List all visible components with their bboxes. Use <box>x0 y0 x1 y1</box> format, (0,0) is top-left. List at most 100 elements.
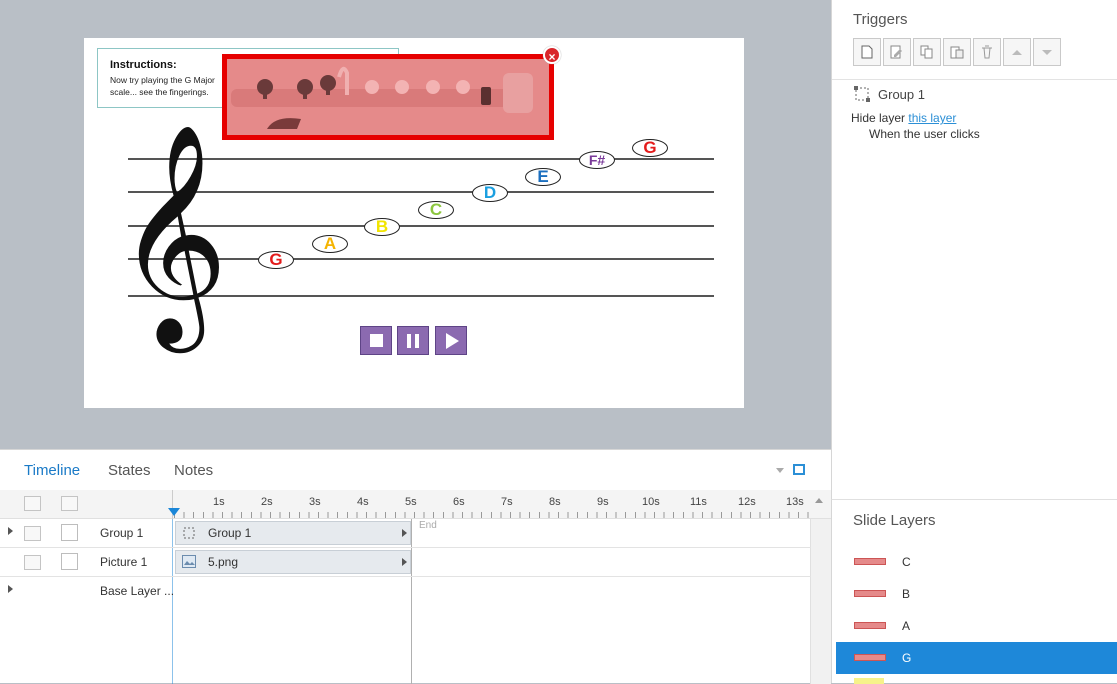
tick-label: 8s <box>549 496 561 508</box>
tick-label: 10s <box>642 496 660 508</box>
chevron-up-icon <box>1012 49 1022 55</box>
tick-label: 7s <box>501 496 513 508</box>
tick-label: 1s <box>213 496 225 508</box>
lock-icon[interactable] <box>61 496 78 511</box>
note-a[interactable]: A <box>312 235 348 253</box>
note-label: A <box>323 234 337 253</box>
scroll-up-icon[interactable] <box>815 498 823 503</box>
paste-trigger-button[interactable] <box>943 38 971 66</box>
new-trigger-button[interactable] <box>853 38 881 66</box>
layer-thumbnail <box>854 678 884 684</box>
layer-thumbnail <box>854 558 886 565</box>
slide-layers-title: Slide Layers <box>853 512 936 529</box>
row-label: Picture 1 <box>100 555 148 569</box>
layer-name: G <box>902 651 912 665</box>
tab-timeline[interactable]: Timeline <box>24 462 80 479</box>
move-down-button[interactable] <box>1033 38 1061 66</box>
note-e[interactable]: E <box>525 168 561 186</box>
note-label: C <box>429 200 443 219</box>
delete-trigger-button[interactable] <box>973 38 1001 66</box>
tab-states[interactable]: States <box>108 462 151 479</box>
undock-window-icon[interactable] <box>793 464 805 475</box>
pause-button[interactable] <box>397 326 429 355</box>
move-up-button[interactable] <box>1003 38 1031 66</box>
trash-icon <box>982 45 992 59</box>
note-g-low[interactable]: G <box>258 251 294 269</box>
eye-icon[interactable] <box>24 526 41 541</box>
eye-icon[interactable] <box>24 555 41 570</box>
note-label: E <box>537 167 549 186</box>
note-d[interactable]: D <box>472 184 508 202</box>
bar-label: 5.png <box>208 555 239 569</box>
bar-arrow-icon <box>402 558 407 566</box>
tick-label: 5s <box>405 496 417 508</box>
timeline-bar-group-1[interactable]: Group 1 <box>175 521 411 545</box>
timeline-row-picture-1[interactable]: Picture 1 5.png <box>0 548 811 577</box>
trigger-condition: When the user clicks <box>869 127 980 141</box>
layer-thumbnail <box>854 654 886 661</box>
lock-checkbox[interactable] <box>61 553 78 570</box>
tick-label: 2s <box>261 496 273 508</box>
note-f-sharp[interactable]: F# <box>579 151 615 169</box>
lock-checkbox[interactable] <box>61 524 78 541</box>
note-label: G <box>269 250 283 269</box>
layer-item-c[interactable]: C <box>836 546 1117 578</box>
tick-label: 13s <box>786 496 804 508</box>
bar-label: Group 1 <box>208 526 252 540</box>
instructions-body: Now try playing the G Major scale... see… <box>110 75 215 97</box>
vertical-scrollbar[interactable] <box>810 519 831 684</box>
new-document-icon <box>861 45 873 59</box>
instructions-title: Instructions: <box>110 59 177 71</box>
edit-trigger-button[interactable] <box>883 38 911 66</box>
recorder-fingering-icon <box>231 66 533 129</box>
group-icon <box>183 527 195 539</box>
dropdown-arrow-icon[interactable] <box>776 468 784 473</box>
tick-label: 3s <box>309 496 321 508</box>
treble-clef-icon: 𝄞 <box>116 122 229 343</box>
note-label: B <box>375 217 389 236</box>
group-icon <box>854 86 870 102</box>
ruler-ticks <box>174 512 810 518</box>
eye-icon[interactable] <box>24 496 41 511</box>
layer-item-g[interactable]: G <box>836 642 1117 674</box>
timeline-row-group-1[interactable]: Group 1 Group 1 <box>0 519 811 548</box>
copy-trigger-button[interactable] <box>913 38 941 66</box>
slide-layers-panel: Slide Layers C B A G <box>831 499 1117 684</box>
close-icon[interactable]: × <box>543 46 561 64</box>
timeline-row-base-layer[interactable]: Base Layer ... <box>0 577 811 606</box>
triggers-panel: Triggers Group 1 Hide layer this layer W… <box>831 0 1117 499</box>
slide-canvas-area: Instructions: Now try playing the G Majo… <box>0 0 831 449</box>
note-label: D <box>483 183 497 202</box>
layer-item-b[interactable]: B <box>836 578 1117 610</box>
stop-button[interactable] <box>360 326 392 355</box>
note-b[interactable]: B <box>364 218 400 236</box>
trigger-action[interactable]: Hide layer this layer <box>851 111 956 125</box>
tick-label: 12s <box>738 496 756 508</box>
note-label: G <box>643 138 657 157</box>
note-label: F# <box>588 152 606 168</box>
layer-thumbnail <box>854 590 886 597</box>
playhead-icon[interactable] <box>168 508 180 516</box>
bar-arrow-icon <box>402 529 407 537</box>
tick-label: 4s <box>357 496 369 508</box>
pause-icon <box>407 333 419 348</box>
expand-arrow-icon[interactable] <box>8 527 13 535</box>
image-icon <box>182 555 196 568</box>
tick-label: 6s <box>453 496 465 508</box>
paste-icon <box>950 46 964 59</box>
expand-arrow-icon[interactable] <box>8 585 13 593</box>
layer-item-a[interactable]: A <box>836 610 1117 642</box>
tick-label: 9s <box>597 496 609 508</box>
row-label: Group 1 <box>100 526 144 540</box>
timeline-ruler[interactable]: 1s 2s 3s 4s 5s 6s 7s 8s 9s 10s 11s 12s 1… <box>0 490 831 519</box>
timeline-bar-picture-1[interactable]: 5.png <box>175 550 411 574</box>
note-g-high[interactable]: G <box>632 139 668 157</box>
trigger-layer-link[interactable]: this layer <box>908 111 956 125</box>
note-c[interactable]: C <box>418 201 454 219</box>
play-icon <box>446 332 459 349</box>
trigger-object-name: Group 1 <box>878 87 925 102</box>
tab-notes[interactable]: Notes <box>174 462 213 479</box>
play-button[interactable] <box>435 326 467 355</box>
group-1-fingering-image[interactable] <box>222 54 554 140</box>
layer-name: C <box>902 555 911 569</box>
